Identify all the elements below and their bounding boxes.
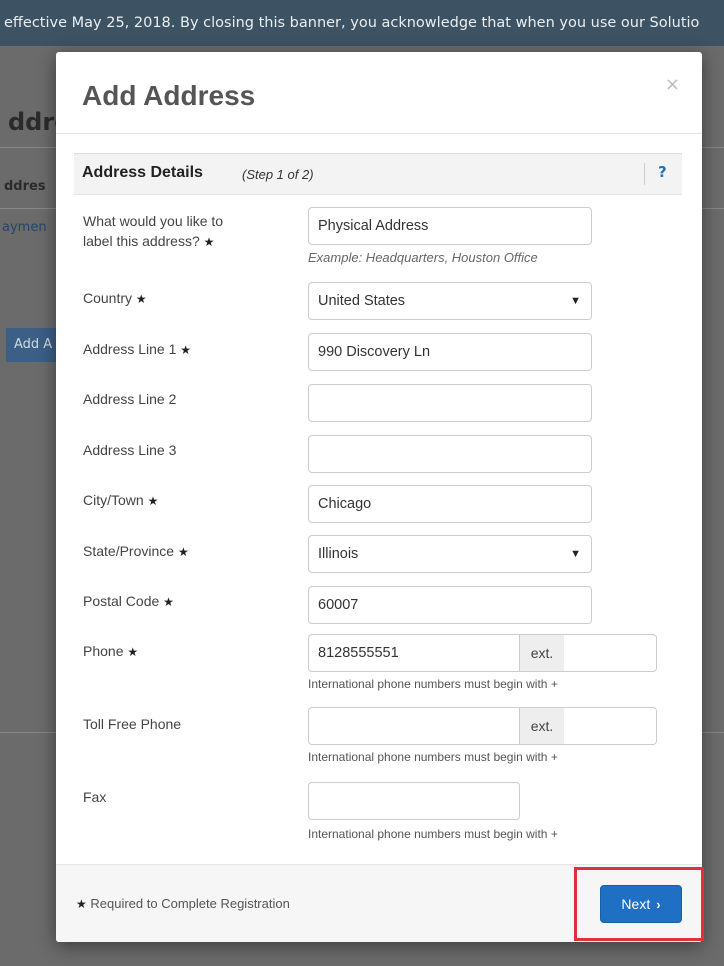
section-title: Address Details: [82, 164, 203, 181]
label-question-line1: What would you like to: [83, 213, 224, 229]
step-indicator: (Step 1 of 2): [242, 167, 314, 182]
address-line1-label: Address Line 1 ★: [83, 339, 191, 360]
toll-free-hint: International phone numbers must begin w…: [308, 750, 558, 764]
required-star-icon: ★: [163, 595, 174, 609]
postal-code-label: Postal Code ★: [83, 591, 174, 612]
city-label: City/Town ★: [83, 490, 158, 511]
fax-label: Fax: [83, 789, 107, 805]
required-star-icon: ★: [127, 645, 139, 659]
background-section-label: ddres: [4, 179, 46, 194]
close-icon[interactable]: ×: [665, 74, 680, 95]
required-star-icon: ★: [135, 292, 147, 306]
state-select[interactable]: Illinois ▼: [308, 535, 592, 573]
address-label-hint: Example: Headquarters, Houston Office: [308, 250, 538, 265]
label-question-line2: label this address?: [83, 233, 200, 249]
phone-label-text: Phone: [83, 643, 124, 659]
modal-footer: ★ Required to Complete Registration Next…: [56, 865, 702, 942]
help-separator: [644, 163, 645, 185]
next-button-label: Next: [621, 896, 651, 912]
toll-free-phone-label: Toll Free Phone: [83, 716, 182, 732]
address-label-label: What would you like to label this addres…: [83, 211, 223, 252]
country-label-text: Country: [83, 290, 133, 306]
section-header: Address Details (Step 1 of 2) ?: [74, 153, 682, 195]
required-note: ★ Required to Complete Registration: [76, 896, 290, 911]
required-star-icon: ★: [147, 494, 159, 508]
toll-free-ext-addon: ext.: [519, 707, 565, 745]
header-divider: [56, 133, 702, 134]
chevron-down-icon: ▼: [570, 295, 581, 307]
required-star-icon: ★: [203, 235, 215, 249]
city-label-text: City/Town: [83, 492, 144, 508]
fax-hint: International phone numbers must begin w…: [308, 827, 558, 841]
address-line3-label: Address Line 3: [83, 442, 177, 458]
phone-input[interactable]: 8128555551: [308, 634, 519, 672]
state-label: State/Province ★: [83, 541, 189, 562]
phone-ext-addon: ext.: [519, 634, 565, 672]
chevron-down-icon: ▼: [570, 548, 581, 560]
background-link: aymen: [2, 220, 47, 235]
required-note-text: Required to Complete Registration: [90, 896, 290, 911]
required-star-icon: ★: [76, 897, 87, 911]
chevron-right-icon: ›: [656, 897, 661, 912]
fax-input[interactable]: [308, 782, 520, 820]
help-icon[interactable]: ?: [658, 163, 667, 181]
add-address-modal: Add Address × Address Details (Step 1 of…: [56, 52, 702, 942]
next-button[interactable]: Next ›: [600, 885, 682, 923]
toll-free-phone-input[interactable]: [308, 707, 519, 745]
phone-label: Phone ★: [83, 641, 138, 662]
phone-ext-input[interactable]: [564, 634, 657, 672]
phone-input-group: 8128555551 ext.: [308, 634, 657, 672]
address-line3-input[interactable]: [308, 435, 592, 473]
country-label: Country ★: [83, 288, 147, 309]
city-input[interactable]: Chicago: [308, 485, 592, 523]
state-value: Illinois: [318, 546, 359, 562]
address-line2-label: Address Line 2: [83, 391, 177, 407]
phone-hint: International phone numbers must begin w…: [308, 677, 558, 691]
address-line2-input[interactable]: [308, 384, 592, 422]
modal-title: Add Address: [82, 80, 256, 111]
toll-free-input-group: ext.: [308, 707, 657, 745]
country-value: United States: [318, 293, 406, 309]
toll-free-ext-input[interactable]: [564, 707, 657, 745]
address-line1-input[interactable]: 990 Discovery Ln: [308, 333, 592, 371]
state-label-text: State/Province: [83, 543, 175, 559]
address-line1-label-text: Address Line 1: [83, 341, 177, 357]
cookie-banner: effective May 25, 2018. By closing this …: [0, 0, 724, 46]
postal-code-input[interactable]: 60007: [308, 586, 592, 624]
postal-code-label-text: Postal Code: [83, 593, 160, 609]
required-star-icon: ★: [180, 343, 192, 357]
address-label-input[interactable]: Physical Address: [308, 207, 592, 245]
required-star-icon: ★: [177, 545, 189, 559]
country-select[interactable]: United States ▼: [308, 282, 592, 320]
